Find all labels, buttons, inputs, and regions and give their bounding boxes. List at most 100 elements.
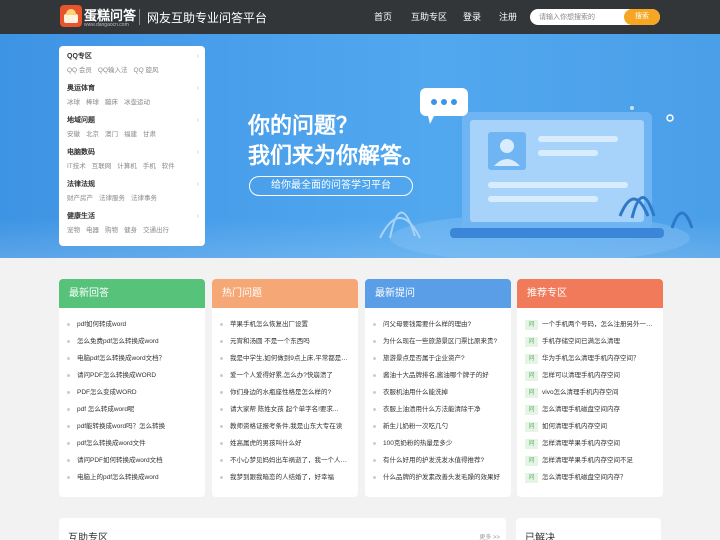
list-item[interactable]: 问 vivo怎么清理手机内存空间 <box>525 384 657 401</box>
bullet-icon <box>373 476 376 479</box>
list-item[interactable]: 我是中学生,如何做到9点上床,平常都是十一点钟... <box>220 350 352 367</box>
search-input[interactable] <box>530 9 626 25</box>
list-item[interactable]: 问华为手机怎么清理手机内存空间？ <box>525 350 657 367</box>
category-sports[interactable]: 奥运体育 › 冰球 棒球 蹦床 冰壶运动 <box>67 84 199 108</box>
list-item[interactable]: 问父母要钱需要什么样的理由? <box>373 316 505 333</box>
card-title[interactable]: 推荐专区 <box>517 279 663 308</box>
list-item[interactable]: 请问PDF怎么转换成WORD <box>67 367 199 384</box>
category-digital[interactable]: 电脑数码 › IT技术 互联网 计算机 手机 软件 <box>67 148 199 172</box>
category-link[interactable]: 安徽 <box>67 131 80 138</box>
list-item[interactable]: 旅游景点是否属于企业资产? <box>373 350 505 367</box>
category-title[interactable]: QQ专区 <box>67 52 199 62</box>
list-item[interactable]: 问如何清理手机内存空间 <box>525 418 657 435</box>
list-item[interactable]: 衣服机油用什么能洗掉 <box>373 384 505 401</box>
list-item[interactable]: 怎么免费pdf怎么转换成word <box>67 333 199 350</box>
list-item[interactable]: 你们身边的水瓶座性格是怎么样的? <box>220 384 352 401</box>
list-item[interactable]: 新生儿奶粉一次吃几勺 <box>373 418 505 435</box>
category-link[interactable]: 计算机 <box>117 163 137 170</box>
list-item[interactable]: 什么品牌的护发素改善头发毛躁的效果好 <box>373 469 505 486</box>
list-item[interactable]: 问怎样可以清理手机内存空间 <box>525 367 657 384</box>
category-link[interactable]: 财产房产 <box>67 195 93 202</box>
nav-login[interactable]: 登录 <box>463 0 481 34</box>
list-item[interactable]: 元宵和汤圆 不是一个东西吗 <box>220 333 352 350</box>
cake-logo-icon <box>60 5 82 27</box>
category-link[interactable]: 甘肃 <box>143 131 156 138</box>
list-item[interactable]: 100克奶粉的热量是多少 <box>373 435 505 452</box>
nav-help-zone[interactable]: 互助专区 <box>411 0 447 34</box>
list-item[interactable]: 不小心梦见妈妈出车祸逝了，我一个人在哭 <box>220 452 352 469</box>
category-link[interactable]: QQ输入法 <box>98 67 128 74</box>
category-title[interactable]: 法律法规 <box>67 180 199 190</box>
bullet-icon <box>67 391 70 394</box>
list-item[interactable]: 电脑pdf怎么转换成word文档？ <box>67 350 199 367</box>
category-link[interactable]: 互联网 <box>92 163 112 170</box>
category-link[interactable]: QQ 旋风 <box>134 67 159 74</box>
list-item[interactable]: 有什么好用的护发洗发水值得推荐? <box>373 452 505 469</box>
bullet-icon <box>373 408 376 411</box>
list-item[interactable]: 请问PDF如何转换成word文档 <box>67 452 199 469</box>
list-item[interactable]: PDF怎么变成WORD <box>67 384 199 401</box>
bullet-icon <box>373 459 376 462</box>
list-item[interactable]: 问一个手机两个号码，怎么注册另外一个微信 <box>525 316 657 333</box>
list-item[interactable]: 电脑上的pdf怎么转换成word <box>67 469 199 486</box>
category-title[interactable]: 奥运体育 <box>67 84 199 94</box>
category-health[interactable]: 健康生活 › 宠物 电器 购物 健身 交通出行 <box>67 212 199 236</box>
category-region[interactable]: 地域问题 › 安徽 北京 澳门 福建 甘肃 <box>67 116 199 140</box>
category-qq[interactable]: QQ专区 › QQ 会员 QQ输入法 QQ 旋风 <box>67 52 199 76</box>
nav-register[interactable]: 注册 <box>499 0 517 34</box>
list-item[interactable]: pdf 怎么转成word呢 <box>67 401 199 418</box>
list-item[interactable]: pdf能转换成word吗？怎么转换 <box>67 418 199 435</box>
category-link[interactable]: 福建 <box>124 131 137 138</box>
category-link[interactable]: 购物 <box>105 227 118 234</box>
search-button[interactable]: 搜索 <box>624 9 660 25</box>
list-item[interactable]: 问怎么清理手机磁盘空间内存？ <box>525 469 657 486</box>
list-item[interactable]: 问怎样清理苹果手机内存空间不足 <box>525 452 657 469</box>
question-tag-icon: 问 <box>525 353 538 364</box>
list-item[interactable]: 苹果手机怎么恢复出厂设置 <box>220 316 352 333</box>
category-title[interactable]: 地域问题 <box>67 116 199 126</box>
list-item[interactable]: 姓高属虎的男孩叫什么好 <box>220 435 352 452</box>
category-link[interactable]: 北京 <box>86 131 99 138</box>
list-item[interactable]: pdf如何转成word <box>67 316 199 333</box>
category-link[interactable]: 宠物 <box>67 227 80 234</box>
category-link[interactable]: 手机 <box>143 163 156 170</box>
list-item[interactable]: 为什么现在一些旅游景区门票比原来贵? <box>373 333 505 350</box>
list-item[interactable]: 酱油十大品牌排名,酱油哪个牌子的好 <box>373 367 505 384</box>
list-item[interactable]: 爱一个人爱得好累,怎么办?快崩溃了 <box>220 367 352 384</box>
category-link[interactable]: 冰壶运动 <box>124 99 150 106</box>
card-title[interactable]: 最新回答 <box>59 279 205 308</box>
category-link[interactable]: 法律事务 <box>131 195 157 202</box>
more-link[interactable]: 更多 >> <box>479 532 500 540</box>
category-link[interactable]: QQ 会员 <box>67 67 92 74</box>
nav-home[interactable]: 首页 <box>374 0 392 34</box>
bullet-icon <box>220 425 223 428</box>
category-link[interactable]: 蹦床 <box>105 99 118 106</box>
category-law[interactable]: 法律法规 › 财产房产 法律服务 法律事务 <box>67 180 199 204</box>
site-logo[interactable]: 蛋糕问答 www.dangaocn.com <box>60 4 136 30</box>
category-link[interactable]: 健身 <box>124 227 137 234</box>
list-item[interactable]: 请大家帮 陈姓女孩 起个单字名!要求... <box>220 401 352 418</box>
banner-subtitle-pill: 给你最全面的问答学习平台 <box>249 176 413 196</box>
list-item[interactable]: 教师资格证报考条件,我是山东大专在读 <box>220 418 352 435</box>
list-item[interactable]: 问怎么清理手机磁盘空间内存 <box>525 401 657 418</box>
category-title[interactable]: 健康生活 <box>67 212 199 222</box>
category-link[interactable]: 电器 <box>86 227 99 234</box>
category-link[interactable]: 棒球 <box>86 99 99 106</box>
category-link[interactable]: 交通出行 <box>143 227 169 234</box>
list-item[interactable]: 我梦到跟我暗恋的人结婚了，好幸福 <box>220 469 352 486</box>
bullet-icon <box>220 357 223 360</box>
chevron-right-icon: › <box>196 149 199 156</box>
category-link[interactable]: 冰球 <box>67 99 80 106</box>
category-link[interactable]: 澳门 <box>105 131 118 138</box>
list-item[interactable]: 衣服上油渍用什么方法能清除干净 <box>373 401 505 418</box>
card-title[interactable]: 最新提问 <box>365 279 511 308</box>
category-link[interactable]: 软件 <box>162 163 175 170</box>
list-item[interactable]: pdf怎么转换成word文件 <box>67 435 199 452</box>
bullet-icon <box>67 459 70 462</box>
category-link[interactable]: 法律服务 <box>99 195 125 202</box>
list-item[interactable]: 问手机存储空间已满怎么清理 <box>525 333 657 350</box>
category-title[interactable]: 电脑数码 <box>67 148 199 158</box>
list-item[interactable]: 问怎样清理苹果手机内存空间 <box>525 435 657 452</box>
category-link[interactable]: IT技术 <box>67 163 86 170</box>
card-title[interactable]: 热门问题 <box>212 279 358 308</box>
